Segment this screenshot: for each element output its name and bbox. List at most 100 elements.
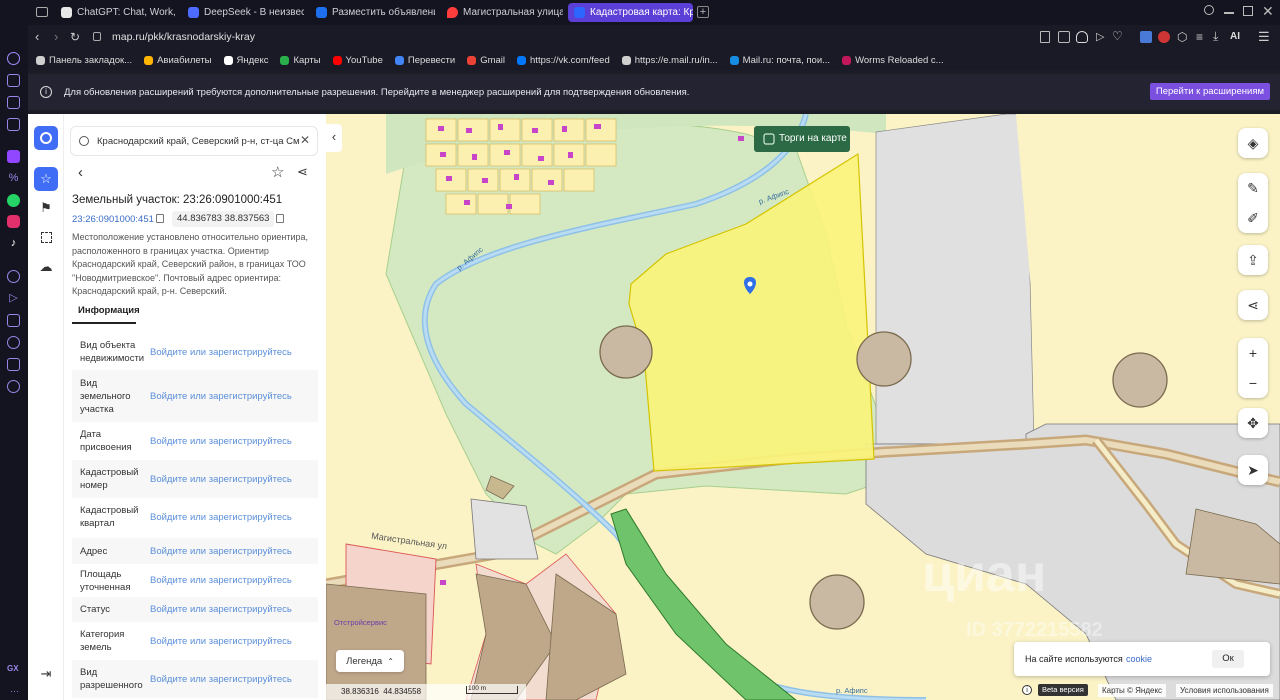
heart-icon[interactable]: ♡ [1112,29,1123,43]
geolocation-control[interactable]: ➤ [1238,455,1268,485]
url-field[interactable]: map.ru/pkk/krasnodarskiy-kray [112,31,255,43]
ai-button[interactable]: AI [1230,31,1240,42]
shield-icon[interactable] [1076,31,1088,43]
bookmark-item[interactable]: https://vk.com/feed [517,55,610,66]
back-arrow-icon[interactable]: ‹ [78,164,83,181]
torgi-map-button[interactable]: Торги на карте [779,133,847,144]
translate-extension-icon[interactable] [1140,31,1152,43]
new-tab-icon[interactable]: + [697,6,709,18]
bookmark-item[interactable]: Авиабилеты [144,55,212,66]
zoom-control[interactable]: + − [1238,338,1268,398]
bookmark-item[interactable]: Карты [280,55,321,66]
tab-yandex-maps[interactable]: Магистральная улица — Я [441,3,563,22]
extensions-icon[interactable]: ⬡ [1177,30,1187,44]
login-register-link[interactable]: Войдите или зарегистрируйтесь [150,347,292,358]
history-icon[interactable] [7,336,20,349]
map-layers-nav-icon[interactable]: ⚑ [34,196,58,220]
search-tabs-icon[interactable] [1204,5,1214,15]
cloud-icon[interactable]: ☁ [34,255,58,279]
login-register-link[interactable]: Войдите или зарегистрируйтесь [150,674,292,685]
login-register-link[interactable]: Войдите или зарегистрируйтесь [150,391,292,402]
collapse-panel-icon[interactable]: ‹ [326,124,342,152]
edit-icon[interactable]: ✐ [1238,203,1268,233]
tab-chatgpt[interactable]: ChatGPT: Chat, Work, Crea [55,3,177,22]
news-icon[interactable] [7,96,20,109]
select-area-icon[interactable] [34,225,58,249]
draw-tools[interactable]: ✎ ✐ [1238,173,1268,233]
app-logo-icon[interactable] [34,126,58,150]
bookmark-item[interactable]: Перевести [394,55,455,66]
share-icon[interactable]: ⋖ [297,164,308,180]
info-attribution-icon[interactable]: i [1022,685,1032,695]
login-register-link[interactable]: Войдите или зарегистрируйтесь [150,512,292,523]
player-icon[interactable] [7,270,20,283]
more-icon[interactable]: ··· [10,686,19,696]
download-icon[interactable]: ⤓ [1213,29,1218,44]
pin-icon[interactable] [7,314,20,327]
menu-lines-icon[interactable]: ≡ [1196,30,1203,44]
poi-label[interactable]: Отстройсервис [334,618,387,627]
share-map-icon[interactable]: ⋖ [1238,290,1268,320]
gx-badge[interactable]: GX [7,664,19,673]
bookmark-item[interactable]: YouTube [332,55,383,66]
favorite-star-icon[interactable]: ☆ [271,163,284,181]
maximize-icon[interactable] [1243,6,1253,16]
go-to-extensions-button[interactable]: Перейти к расширениям [1149,83,1270,100]
reload-icon[interactable]: ↻ [70,30,80,44]
tab-deepseek[interactable]: DeepSeek - В неизвестно [182,3,304,22]
whatsapp-icon[interactable] [7,194,20,207]
search-input[interactable]: Краснодарский край, Северский р-н, ст-ца… [70,126,318,156]
layers-icon[interactable]: ◈ [1238,128,1268,158]
navigation-arrow-icon[interactable]: ➤ [1238,455,1268,485]
upload-control[interactable]: ⇪ [1238,245,1268,275]
bookmark-page-icon[interactable] [1058,31,1070,43]
back-icon[interactable]: ‹ [35,29,39,44]
close-window-icon[interactable]: ✕ [1262,3,1274,20]
copy-icon[interactable] [156,214,164,223]
cookie-link[interactable]: cookie [1126,654,1152,664]
favorites-star-icon[interactable]: ☆ [34,167,58,191]
login-register-link[interactable]: Войдите или зарегистрируйтесь [150,474,292,485]
map-canvas[interactable] [326,114,1280,700]
login-register-link[interactable]: Войдите или зарегистрируйтесь [150,436,292,447]
bookmark-item[interactable]: Mail.ru: почта, пои... [729,55,830,66]
layers-control[interactable]: ◈ [1238,128,1268,158]
bookmark-item[interactable]: https://e.mail.ru/in... [621,55,718,66]
extensions-sidebar-icon[interactable] [7,358,20,371]
opera-sidebar-icon[interactable] [7,52,20,65]
instagram-icon[interactable] [7,215,20,228]
cadastral-map[interactable]: Торги на карте Магистральная ул р. Афипс… [326,114,1280,700]
twitch-icon[interactable] [7,150,20,163]
extension-badge-icon[interactable] [1158,31,1170,43]
login-register-link[interactable]: Войдите или зарегистрируйтесь [150,636,292,647]
bookmark-item[interactable]: Панель закладок... [36,55,132,66]
tab-avito[interactable]: Разместить объявление о [310,3,435,22]
zoom-out-icon[interactable]: − [1238,368,1268,398]
bookmark-item[interactable]: Worms Reloaded c... [842,55,944,66]
cloud-upload-icon[interactable]: ⇪ [1238,245,1268,275]
copy-coords-icon[interactable] [276,214,284,223]
legend-button[interactable]: Легенда ⌃ [336,650,404,672]
gx-corner-icon[interactable] [7,118,20,131]
tab-cadastral-map[interactable]: Кадастровая карта: Красн [568,3,693,22]
tab-information[interactable]: Информация [78,305,140,316]
cadastral-number-link[interactable]: 23:26:0901000:451 [72,214,154,225]
login-register-link[interactable]: Войдите или зарегистрируйтесь [150,546,292,557]
pan-control[interactable]: ✥ [1238,408,1268,438]
send-icon[interactable]: ▷ [1096,30,1104,43]
cookie-ok-button[interactable]: Ок [1212,650,1244,668]
terms-link[interactable]: Условия использования [1176,684,1273,697]
tab-manager-icon[interactable] [36,7,48,17]
zoom-in-icon[interactable]: + [1238,338,1268,368]
tiktok-icon[interactable]: ♪ [7,237,20,250]
easy-setup-icon[interactable]: ☰ [1258,29,1270,45]
login-register-link[interactable]: Войдите или зарегистрируйтесь [150,575,292,586]
percent-icon[interactable]: % [7,172,20,185]
bookmark-item[interactable]: Gmail [467,55,505,66]
share-control[interactable]: ⋖ [1238,290,1268,320]
login-register-link[interactable]: Войдите или зарегистрируйтесь [150,604,292,615]
login-icon[interactable]: ⇥ [34,662,58,686]
aria-icon[interactable] [7,74,20,87]
settings-icon[interactable] [7,380,20,393]
clear-search-icon[interactable]: ✕ [299,133,310,147]
